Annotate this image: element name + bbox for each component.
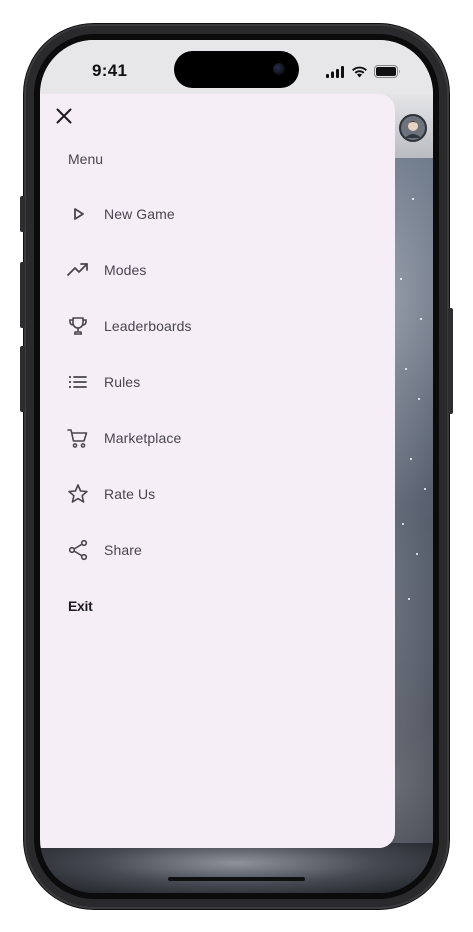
menu-item-share[interactable]: Share [56, 522, 376, 578]
screen: 9:41 Menu New Game Modes Leaderboards Ru… [40, 40, 433, 893]
volume-up-button [20, 262, 25, 328]
menu-item-new-game[interactable]: New Game [56, 186, 376, 242]
volume-down-button [20, 346, 25, 412]
menu-item-label: Rules [104, 374, 141, 390]
status-time: 9:41 [92, 61, 128, 80]
menu-item-label: New Game [104, 206, 175, 222]
menu-item-marketplace[interactable]: Marketplace [56, 410, 376, 466]
battery-icon [374, 65, 401, 83]
close-button[interactable] [52, 104, 76, 128]
exit-button[interactable]: Exit [68, 598, 93, 614]
navigation-drawer: Menu New Game Modes Leaderboards Rules M… [40, 94, 395, 848]
trending-up-icon [66, 258, 90, 282]
wifi-icon [351, 65, 368, 83]
star-icon [66, 482, 90, 506]
menu-item-label: Leaderboards [104, 318, 192, 334]
dynamic-island [174, 51, 299, 88]
menu-item-modes[interactable]: Modes [56, 242, 376, 298]
status-icons [326, 65, 401, 83]
front-camera-icon [273, 63, 285, 75]
menu-item-label: Share [104, 542, 142, 558]
action-button [20, 196, 25, 232]
list-icon [66, 370, 90, 394]
home-indicator[interactable] [168, 877, 305, 881]
menu-item-label: Modes [104, 262, 147, 278]
user-avatar-icon [401, 116, 425, 140]
share-icon [66, 538, 90, 562]
phone-frame: 9:41 Menu New Game Modes Leaderboards Ru… [20, 24, 453, 909]
menu-item-label: Marketplace [104, 430, 182, 446]
menu-item-rate-us[interactable]: Rate Us [56, 466, 376, 522]
menu-item-leaderboards[interactable]: Leaderboards [56, 298, 376, 354]
menu-item-label: Rate Us [104, 486, 156, 502]
drawer-header: Menu [68, 151, 104, 167]
power-button [448, 308, 453, 414]
menu-item-rules[interactable]: Rules [56, 354, 376, 410]
status-bar: 9:41 [40, 40, 433, 94]
cellular-signal-icon [326, 65, 345, 83]
profile-avatar[interactable] [399, 114, 427, 142]
game-background-bottom [40, 843, 433, 893]
close-icon [56, 108, 72, 124]
trophy-icon [66, 314, 90, 338]
cart-icon [66, 426, 90, 450]
play-icon [66, 202, 90, 226]
